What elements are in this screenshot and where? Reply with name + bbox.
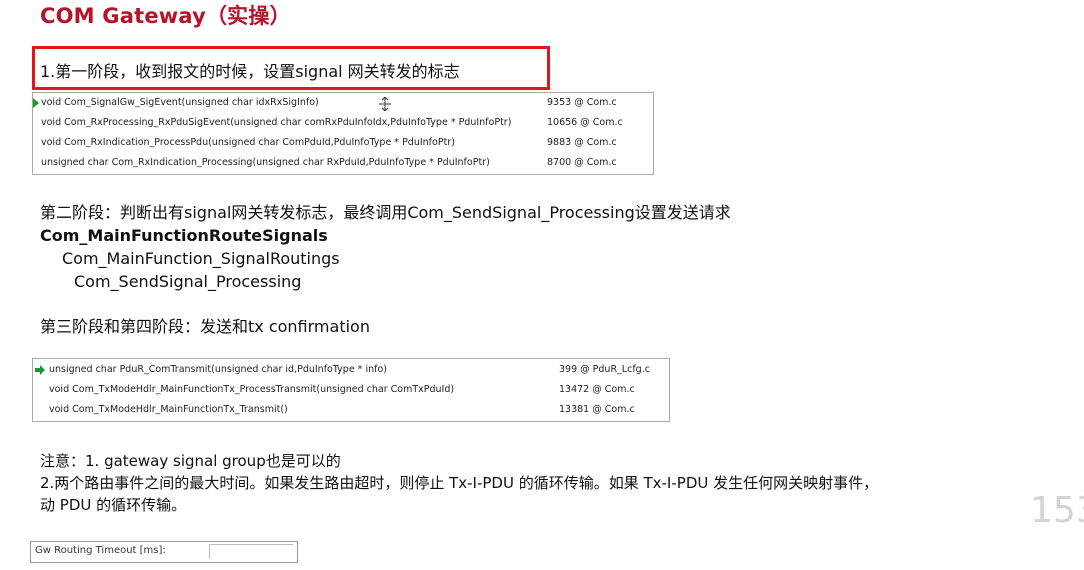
stage2-main-function: Com_MainFunctionRouteSignals — [40, 226, 328, 245]
call-stack-location: 399 @ PduR_Lcfg.c — [559, 364, 650, 375]
call-stack-location: 10656 @ Com.c — [547, 117, 623, 128]
call-stack-location: 8700 @ Com.c — [547, 157, 617, 168]
page-title: COM Gateway（实操） — [40, 4, 291, 28]
call-stack-location: 9353 @ Com.c — [547, 97, 617, 108]
note-line-1: 注意：1. gateway signal group也是可以的 — [40, 452, 341, 470]
call-stack-row[interactable]: void Com_TxModeHdlr_MainFunctionTx_Trans… — [33, 401, 669, 419]
stage3-label: 第三阶段和第四阶段：发送和tx confirmation — [40, 317, 370, 336]
gw-routing-timeout-label: Gw Routing Timeout [ms]: — [35, 545, 166, 556]
call-stack-location: 13472 @ Com.c — [559, 384, 635, 395]
call-stack-function: unsigned char PduR_ComTransmit(unsigned … — [49, 364, 387, 375]
call-stack-location: 13381 @ Com.c — [559, 404, 635, 415]
call-stack-function: unsigned char Com_RxIndication_Processin… — [41, 157, 490, 168]
gw-routing-timeout-field: Gw Routing Timeout [ms]: — [30, 541, 298, 563]
call-stack-location: 9883 @ Com.c — [547, 137, 617, 148]
call-stack-function: void Com_RxIndication_ProcessPdu(unsigne… — [41, 137, 455, 148]
call-stack-panel-rx: void Com_SignalGw_SigEvent(unsigned char… — [32, 92, 654, 175]
stage1-label: 1.第一阶段，收到报文的时候，设置signal 网关转发的标志 — [40, 62, 460, 81]
note-line-2: 2.两个路由事件之间的最大时间。如果发生路由超时，则停止 Tx-I-PDU 的循… — [40, 474, 879, 492]
call-stack-row[interactable]: void Com_RxIndication_ProcessPdu(unsigne… — [33, 134, 653, 152]
call-stack-function: void Com_TxModeHdlr_MainFunctionTx_Trans… — [49, 404, 288, 415]
stage2-section: 第二阶段：判断出有signal网关转发标志，最终调用Com_SendSignal… — [40, 201, 731, 293]
call-stack-row[interactable]: void Com_TxModeHdlr_MainFunctionTx_Proce… — [33, 381, 669, 399]
call-stack-row[interactable]: unsigned char PduR_ComTransmit(unsigned … — [33, 361, 669, 379]
green-arrow-icon — [35, 365, 45, 375]
stage2-sub-sub-function: Com_SendSignal_Processing — [74, 272, 302, 291]
call-stack-row[interactable]: unsigned char Com_RxIndication_Processin… — [33, 154, 653, 172]
current-frame-marker-icon — [33, 98, 39, 108]
call-stack-function: void Com_TxModeHdlr_MainFunctionTx_Proce… — [49, 384, 455, 395]
call-stack-function: void Com_SignalGw_SigEvent(unsigned char… — [41, 97, 319, 108]
call-stack-row[interactable]: void Com_RxProcessing_RxPduSigEvent(unsi… — [33, 114, 653, 132]
stage2-sub-function: Com_MainFunction_SignalRoutings — [62, 249, 340, 268]
note-section: 注意：1. gateway signal group也是可以的 2.两个路由事件… — [40, 450, 878, 516]
gw-routing-timeout-input[interactable] — [209, 544, 293, 559]
call-stack-panel-tx: unsigned char PduR_ComTransmit(unsigned … — [32, 358, 670, 422]
note-line-3: 动 PDU 的循环传输。 — [40, 496, 187, 514]
cursor-icon — [379, 97, 391, 111]
stage2-description: 第二阶段：判断出有signal网关转发标志，最终调用Com_SendSignal… — [40, 203, 731, 222]
page-number: 153 — [1030, 490, 1084, 531]
call-stack-function: void Com_RxProcessing_RxPduSigEvent(unsi… — [41, 117, 512, 128]
call-stack-row[interactable]: void Com_SignalGw_SigEvent(unsigned char… — [33, 94, 653, 112]
